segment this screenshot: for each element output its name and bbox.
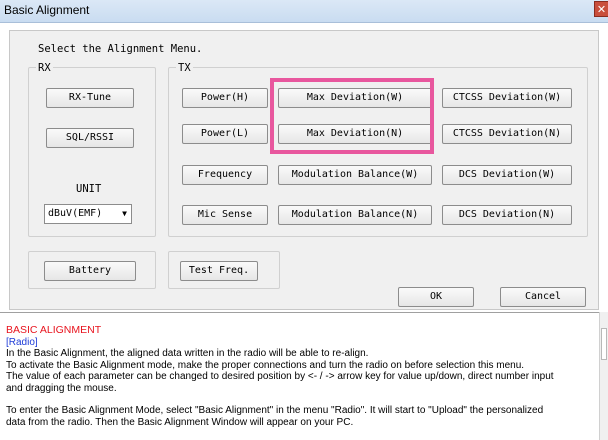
modulation-balance-w-button[interactable]: Modulation Balance(W) — [278, 165, 432, 185]
sql-rssi-button[interactable]: SQL/RSSI — [46, 128, 134, 148]
help-line: In the Basic Alignment, the aligned data… — [6, 348, 369, 359]
dcs-deviation-n-button[interactable]: DCS Deviation(N) — [442, 205, 572, 225]
title-bar: Basic Alignment ✕ — [0, 0, 608, 23]
help-line: To activate the Basic Alignment mode, ma… — [6, 359, 525, 371]
help-pane: BASIC ALIGNMENT [Radio] In the Basic Ali… — [0, 312, 600, 440]
ctcss-deviation-n-button[interactable]: CTCSS Deviation(N) — [442, 124, 572, 144]
chevron-down-icon: ▼ — [122, 209, 127, 218]
rx-group-label: RX — [36, 62, 53, 74]
close-icon[interactable]: ✕ — [594, 1, 608, 17]
mic-sense-button[interactable]: Mic Sense — [182, 205, 268, 225]
ok-button[interactable]: OK — [398, 287, 474, 307]
highlight-box — [270, 78, 434, 154]
help-text: BASIC ALIGNMENT [Radio] In the Basic Ali… — [6, 324, 598, 428]
window-title: Basic Alignment — [4, 3, 90, 17]
dcs-deviation-w-button[interactable]: DCS Deviation(W) — [442, 165, 572, 185]
tx-group-label: TX — [176, 62, 193, 74]
rx-tune-button[interactable]: RX-Tune — [46, 88, 134, 108]
menu-prompt: Select the Alignment Menu. — [38, 43, 203, 55]
alignment-menu-panel: Select the Alignment Menu. RX RX-Tune SQ… — [9, 30, 599, 310]
unit-select-value: dBuV(EMF) — [48, 208, 103, 219]
help-line: The value of each parameter can be chang… — [6, 371, 554, 382]
help-scrollbar[interactable] — [599, 312, 608, 440]
power-h-button[interactable]: Power(H) — [182, 88, 268, 108]
help-heading: BASIC ALIGNMENT — [6, 324, 102, 336]
unit-label: UNIT — [76, 183, 102, 195]
basic-alignment-window: Basic Alignment ✕ Select the Alignment M… — [0, 0, 608, 440]
unit-select[interactable]: dBuV(EMF) ▼ — [44, 204, 132, 224]
modulation-balance-n-button[interactable]: Modulation Balance(N) — [278, 205, 432, 225]
help-line: To enter the Basic Alignment Mode, selec… — [6, 405, 544, 416]
test-freq-button[interactable]: Test Freq. — [180, 261, 258, 281]
frequency-button[interactable]: Frequency — [182, 165, 268, 185]
help-subheading: [Radio] — [6, 336, 38, 348]
help-gap — [6, 394, 598, 405]
power-l-button[interactable]: Power(L) — [182, 124, 268, 144]
help-line: and dragging the mouse. — [6, 382, 117, 394]
battery-button[interactable]: Battery — [44, 261, 136, 281]
cancel-button[interactable]: Cancel — [500, 287, 586, 307]
scrollbar-thumb[interactable] — [601, 328, 607, 360]
ctcss-deviation-w-button[interactable]: CTCSS Deviation(W) — [442, 88, 572, 108]
help-line: data from the radio. Then the Basic Alig… — [6, 416, 354, 428]
